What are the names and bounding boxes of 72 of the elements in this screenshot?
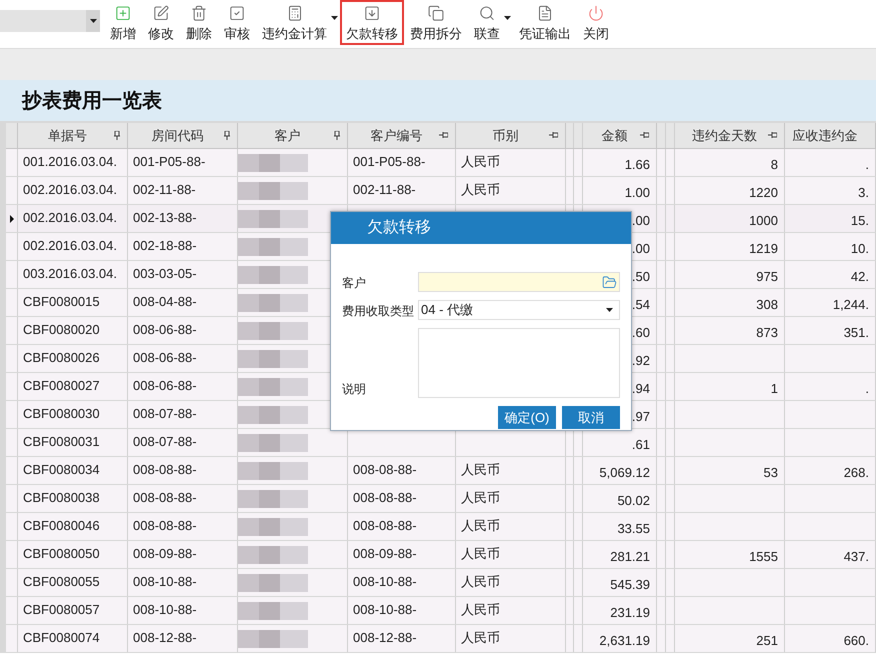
table-cell: 人民币 xyxy=(456,485,566,512)
table-cell: 2,631.19 xyxy=(583,625,657,652)
table-cell: 001.2016.03.04. xyxy=(18,149,128,176)
table-cell: CBF0080057 xyxy=(18,597,128,624)
table-cell: 008-10-88- xyxy=(348,569,456,596)
table-cell: 873 xyxy=(675,317,785,344)
table-cell: 008-10-88- xyxy=(348,597,456,624)
table-cell: 281.21 xyxy=(583,541,657,568)
table-cell: 002-11-88- xyxy=(348,177,456,204)
table-cell: 人民币 xyxy=(456,569,566,596)
table-cell: CBF0080046 xyxy=(18,513,128,540)
table-cell: 308 xyxy=(675,289,785,316)
table-cell: 5,069.12 xyxy=(583,457,657,484)
table-cell: CBF0080031 xyxy=(18,429,128,456)
table-cell: 002.2016.03.04. xyxy=(18,205,128,232)
table-cell: 251 xyxy=(675,625,785,652)
table-cell: 231.19 xyxy=(583,597,657,624)
table-cell: 人民币 xyxy=(456,149,566,176)
table-cell: 1220 xyxy=(675,177,785,204)
table-cell: CBF0080038 xyxy=(18,485,128,512)
table-cell: 人民币 xyxy=(456,457,566,484)
table-cell: 1.00 xyxy=(583,177,657,204)
table-cell: 1000 xyxy=(675,205,785,232)
table-cell: 1,244. xyxy=(785,289,876,316)
table-cell: CBF0080034 xyxy=(18,457,128,484)
table-cell: 1219 xyxy=(675,233,785,260)
table-cell: 008-08-88- xyxy=(348,457,456,484)
table-cell: 人民币 xyxy=(456,625,566,652)
table-cell: 545.39 xyxy=(583,569,657,596)
field-label: 客户 xyxy=(341,275,367,292)
table-cell: 1.66 xyxy=(583,149,657,176)
table-cell: 003.2016.03.04. xyxy=(18,261,128,288)
table-cell: 8 xyxy=(675,149,785,176)
table-cell: 008-12-88- xyxy=(348,625,456,652)
table-cell: CBF0080015 xyxy=(18,289,128,316)
table-cell: CBF0080030 xyxy=(18,401,128,428)
table-cell: 15. xyxy=(785,205,876,232)
table-cell: 975 xyxy=(675,261,785,288)
table-cell: CBF0080074 xyxy=(18,625,128,652)
table-cell: CBF0080027 xyxy=(18,373,128,400)
table-cell: 002.2016.03.04. xyxy=(18,177,128,204)
table-cell: 268. xyxy=(785,457,876,484)
table-cell: 437. xyxy=(785,541,876,568)
table-cell: 人民币 xyxy=(456,597,566,624)
dialog-title: 欠款转移 xyxy=(367,218,431,238)
table-cell: 008-08-88- xyxy=(348,513,456,540)
page-title: 抄表费用一览表 xyxy=(22,88,162,114)
field-label: 说明 xyxy=(341,381,367,398)
table-cell: CBF0080055 xyxy=(18,569,128,596)
table-cell: 人民币 xyxy=(456,513,566,540)
table-cell: 1 xyxy=(675,373,785,400)
table-cell: . xyxy=(785,373,876,400)
table-cell: 008-09-88- xyxy=(348,541,456,568)
table-cell: 001-P05-88- xyxy=(348,149,456,176)
table-cell: 50.02 xyxy=(583,485,657,512)
table-cell: 33.55 xyxy=(583,513,657,540)
table-cell: CBF0080026 xyxy=(18,345,128,372)
field-label: 费用收取类型 xyxy=(341,303,415,320)
table-cell: 660. xyxy=(785,625,876,652)
table-cell: . xyxy=(785,149,876,176)
table-cell: 1555 xyxy=(675,541,785,568)
table-cell: CBF0080020 xyxy=(18,317,128,344)
table-cell: 人民币 xyxy=(456,177,566,204)
table-cell: 3. xyxy=(785,177,876,204)
table-cell: 42. xyxy=(785,261,876,288)
table-cell: 人民币 xyxy=(456,541,566,568)
table-cell: 351. xyxy=(785,317,876,344)
table-cell: 002.2016.03.04. xyxy=(18,233,128,260)
table-cell: 53 xyxy=(675,457,785,484)
table-cell: 10. xyxy=(785,233,876,260)
table-cell: CBF0080050 xyxy=(18,541,128,568)
table-cell: 008-08-88- xyxy=(348,485,456,512)
